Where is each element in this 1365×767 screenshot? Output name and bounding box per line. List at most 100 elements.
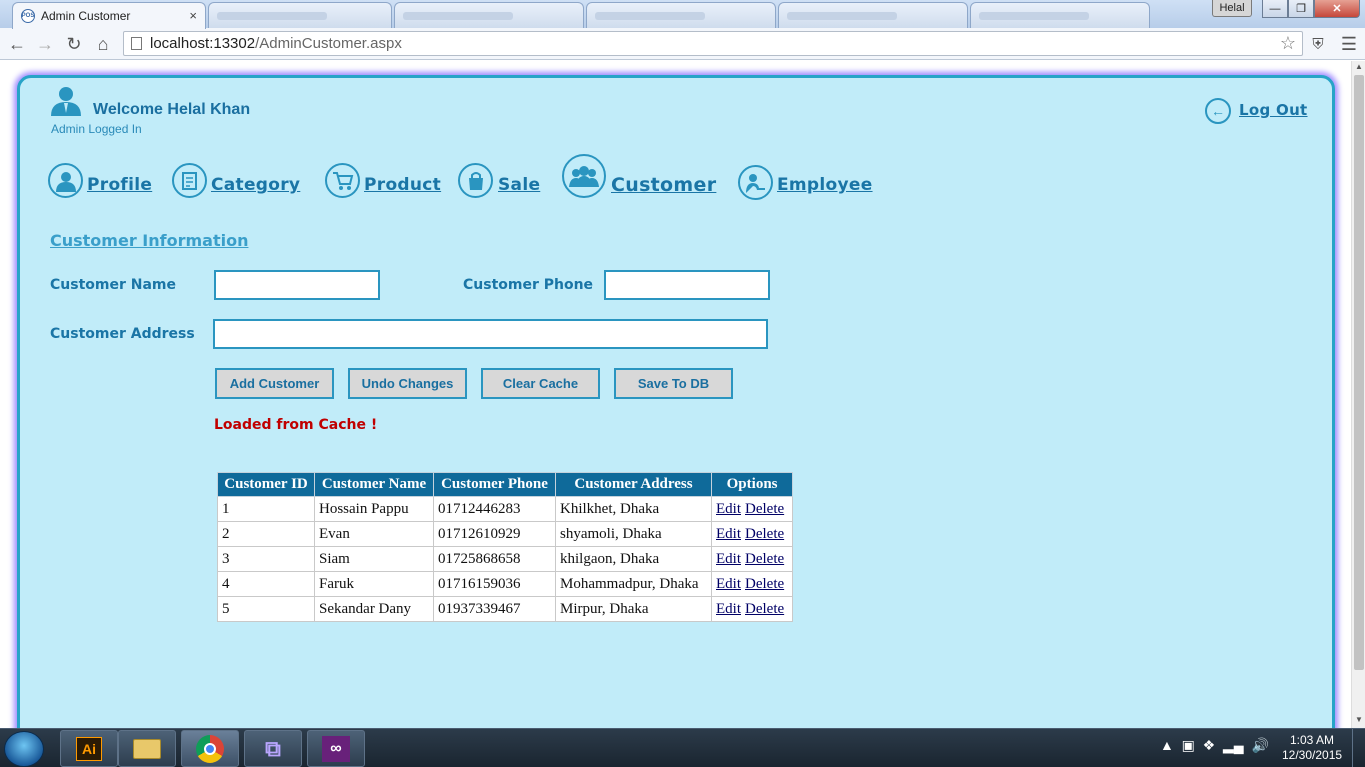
restore-button[interactable]: ❐ [1288,0,1314,18]
taskbar-blend[interactable]: ⧉ [244,730,302,767]
table-row: 5 Sekandar Dany 01937339467 Mirpur, Dhak… [217,596,794,622]
edit-link[interactable]: Edit [716,501,741,517]
logout-link[interactable]: Log Out [1239,101,1308,119]
back-arrow-icon[interactable]: ← [6,33,28,55]
profile-badge[interactable]: Helal [1212,0,1252,17]
section-title: Customer Information [50,231,249,250]
cell-id: 3 [217,546,315,572]
tray-dropbox-icon[interactable]: ❖ [1203,737,1216,753]
tab-background-2[interactable] [394,2,584,28]
tab-background-5[interactable] [970,2,1150,28]
blurred-tab-title [787,11,897,20]
edit-link[interactable]: Edit [716,526,741,542]
table-header-row: Customer ID Customer Name Customer Phone… [217,472,794,497]
scroll-down-icon[interactable]: ▼ [1352,715,1365,727]
blurred-tab-title [403,11,513,20]
undo-changes-button[interactable]: Undo Changes [348,368,467,399]
cell-address: Khilkhet, Dhaka [555,496,712,522]
content-panel [17,75,1335,728]
cell-options: Edit Delete [710,596,794,622]
employee-icon[interactable] [738,165,773,200]
cell-phone: 01716159036 [433,571,556,597]
cart-icon[interactable] [325,163,360,198]
taskbar-visual-studio[interactable]: ∞ [307,730,365,767]
vertical-scrollbar[interactable]: ▲ ▼ [1351,61,1365,728]
nav-product[interactable]: Product [364,175,441,195]
logout-icon[interactable]: ← [1205,98,1231,124]
customer-table: Customer ID Customer Name Customer Phone… [217,472,794,622]
role-text: Admin Logged In [51,122,142,136]
column-header: Customer Address [555,472,712,497]
nav-employee[interactable]: Employee [777,175,873,195]
network-signal-icon[interactable]: ▂▄ [1223,737,1244,753]
cell-address: Mirpur, Dhaka [555,596,712,622]
welcome-text: Welcome Helal Khan [93,101,251,118]
category-icon[interactable] [172,163,207,198]
scrollbar-thumb[interactable] [1354,75,1364,670]
blurred-tab-title [217,11,327,20]
cell-address: shyamoli, Dhaka [555,521,712,547]
cell-phone: 01725868658 [433,546,556,572]
column-header: Customer Name [314,472,434,497]
customer-name-input[interactable] [214,270,380,300]
close-window-button[interactable]: ✕ [1314,0,1360,18]
nav-customer[interactable]: Customer [611,174,716,196]
tray-device-icon[interactable]: ▣ [1182,737,1195,753]
nav-category[interactable]: Category [211,175,300,195]
forward-arrow-icon[interactable]: → [34,33,56,55]
save-to-db-button[interactable]: Save To DB [614,368,733,399]
reload-icon[interactable]: ↻ [63,33,85,55]
edit-link[interactable]: Edit [716,576,741,592]
nav-sale[interactable]: Sale [498,175,540,195]
edit-link[interactable]: Edit [716,601,741,617]
close-tab-icon[interactable]: × [189,8,197,23]
cell-options: Edit Delete [710,496,794,522]
taskbar-explorer[interactable] [118,730,176,767]
clock[interactable]: 1:03 AM 12/30/2015 [1282,733,1342,763]
customer-address-input[interactable] [213,319,768,349]
taskbar-chrome[interactable] [181,730,239,767]
delete-link[interactable]: Delete [745,501,784,517]
shield-extension-icon[interactable]: ⛨ [1307,33,1329,55]
customers-group-icon[interactable] [562,154,606,198]
tray-expand-icon[interactable]: ▲ [1160,737,1174,753]
profile-icon[interactable] [48,163,83,198]
bookmark-star-icon[interactable]: ☆ [1280,33,1296,54]
system-tray: ▲ ▣ ❖ ▂▄ 🔊 [1160,737,1269,754]
edit-link[interactable]: Edit [716,551,741,567]
add-customer-button[interactable]: Add Customer [215,368,334,399]
minimize-button[interactable]: — [1262,0,1288,18]
clock-date: 12/30/2015 [1282,748,1343,762]
page-icon [131,37,142,50]
blurred-tab-title [979,11,1089,20]
table-row: 1 Hossain Pappu 01712446283 Khilkhet, Dh… [217,496,794,522]
browser-title-bar: POS Admin Customer × Helal — ❐ ✕ [0,0,1365,29]
tab-background-4[interactable] [778,2,968,28]
address-bar[interactable]: localhost:13302/AdminCustomer.aspx ☆ [123,31,1303,56]
customer-phone-input[interactable] [604,270,770,300]
tab-background-3[interactable] [586,2,776,28]
visual-studio-icon: ∞ [322,735,350,762]
menu-icon[interactable]: ☰ [1338,33,1360,55]
volume-icon[interactable]: 🔊 [1251,737,1268,753]
delete-link[interactable]: Delete [745,576,784,592]
delete-link[interactable]: Delete [745,526,784,542]
clear-cache-button[interactable]: Clear Cache [481,368,600,399]
cell-id: 2 [217,521,315,547]
cell-name: Sekandar Dany [314,596,434,622]
shopping-bag-icon[interactable] [458,163,493,198]
delete-link[interactable]: Delete [745,551,784,567]
cell-phone: 01712446283 [433,496,556,522]
tab-admin-customer[interactable]: POS Admin Customer × [12,2,206,29]
show-desktop-button[interactable] [1352,729,1365,767]
tab-background-1[interactable] [208,2,392,28]
cell-name: Hossain Pappu [314,496,434,522]
start-button[interactable] [4,731,44,767]
home-icon[interactable]: ⌂ [92,33,114,55]
nav-profile[interactable]: Profile [87,175,152,195]
pos-favicon-icon: POS [21,9,35,23]
taskbar-illustrator[interactable]: Ai [60,730,118,767]
scroll-up-icon[interactable]: ▲ [1352,62,1365,74]
delete-link[interactable]: Delete [745,601,784,617]
column-header: Options [710,472,794,497]
